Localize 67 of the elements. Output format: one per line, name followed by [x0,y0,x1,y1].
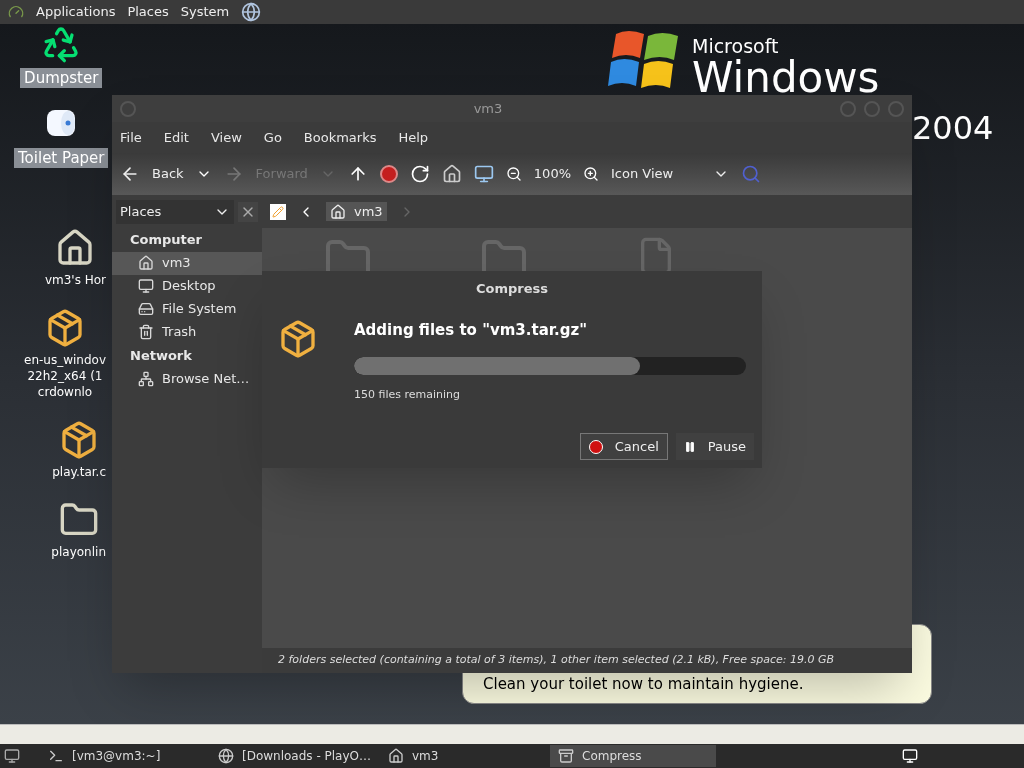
taskbar-button[interactable]: Compress [550,745,716,767]
terminal-icon [48,748,64,764]
trash-icon [138,324,154,340]
zoom-level: 100% [533,165,571,184]
sidebar-item[interactable]: File System [112,297,262,321]
desktop-icon-label[interactable]: en-us_windov [20,352,110,368]
sidebar-section-title: Computer [129,231,204,249]
zoom-out-icon[interactable] [505,166,522,182]
taskbar-button[interactable]: [vm3@vm3:~] [40,745,206,767]
view-selector[interactable]: Icon View [611,164,730,184]
pause-icon [683,440,696,453]
globe-icon[interactable] [241,2,262,22]
window-title: vm3 [472,99,504,118]
desktop-icon-label[interactable]: crdownlo [33,384,97,400]
drive-icon [138,301,154,317]
sidebar-item[interactable]: Desktop [112,274,262,298]
sidebar-item[interactable]: vm3 [112,251,262,275]
taskbar-button[interactable]: [Downloads - PlayO… [210,745,376,767]
desktop-icon-label[interactable]: vm3's Hor [40,272,110,288]
panel-menu[interactable]: System [180,2,230,22]
reload-icon[interactable] [409,164,430,184]
path-button[interactable]: vm3 [326,201,387,222]
wallpaper-brand: Microsoft [692,36,780,56]
sidebar-item[interactable]: Browse Net… [112,367,262,390]
panel-menu[interactable]: Places [127,2,169,22]
progress-status: 150 files remaining [354,387,461,403]
desktop-icon-label[interactable]: playonlin [47,544,110,560]
back-button[interactable]: Back [120,164,184,184]
zoom-in-icon[interactable] [583,166,599,182]
panel-menu[interactable]: Applications [36,2,116,22]
home-icon [388,748,404,764]
menu-item[interactable]: Edit [163,127,189,148]
wallpaper-product: Windows [692,56,880,100]
stop-icon[interactable] [379,165,398,183]
sidebar-item[interactable]: Trash [112,320,262,344]
show-desktop-icon[interactable] [4,748,20,764]
sidebar-selector[interactable]: Places [116,199,234,224]
network-icon [138,370,154,387]
menu-item[interactable]: Help [398,127,429,148]
computer-icon[interactable] [473,164,494,184]
menu-item[interactable]: View [210,127,242,148]
globe-icon [218,748,234,764]
taskbar-button[interactable]: vm3 [380,745,546,767]
home-icon[interactable] [441,164,462,184]
tray-icon[interactable] [900,748,920,764]
dialog-heading: Adding files to "vm3.tar.gz" [354,319,589,341]
home-icon [330,203,346,220]
package-icon [278,318,318,359]
menu-item[interactable]: Go [263,127,282,148]
pause-button[interactable]: Pause [675,433,754,460]
status-text: 2 folders selected (containing a total of 3 items), 1 other item selected (2.1 kB), Free space: 19.0 GB [278,652,835,669]
edit-location-icon[interactable] [270,203,286,220]
package-icon [45,308,85,348]
sidebar-section-title: Network [129,346,193,365]
balloon-message: Clean your toilet now to maintain hygiene. [483,673,804,695]
archive-icon [558,748,574,764]
desktop-icon-label[interactable]: 22h2_x64 (1 [23,368,107,384]
dialog-title: Compress [475,280,549,298]
home-icon [138,255,154,271]
menu-item[interactable]: Bookmarks [303,127,377,148]
cancel-button[interactable]: Cancel [579,433,668,460]
desktop-icon-label[interactable]: play.tar.c [48,464,110,480]
desktop-icon [138,278,154,294]
wallpaper-year: 2004 [912,110,994,146]
stop-icon [588,439,603,454]
menu-item[interactable]: File [120,127,142,148]
close-icon[interactable] [238,201,258,222]
